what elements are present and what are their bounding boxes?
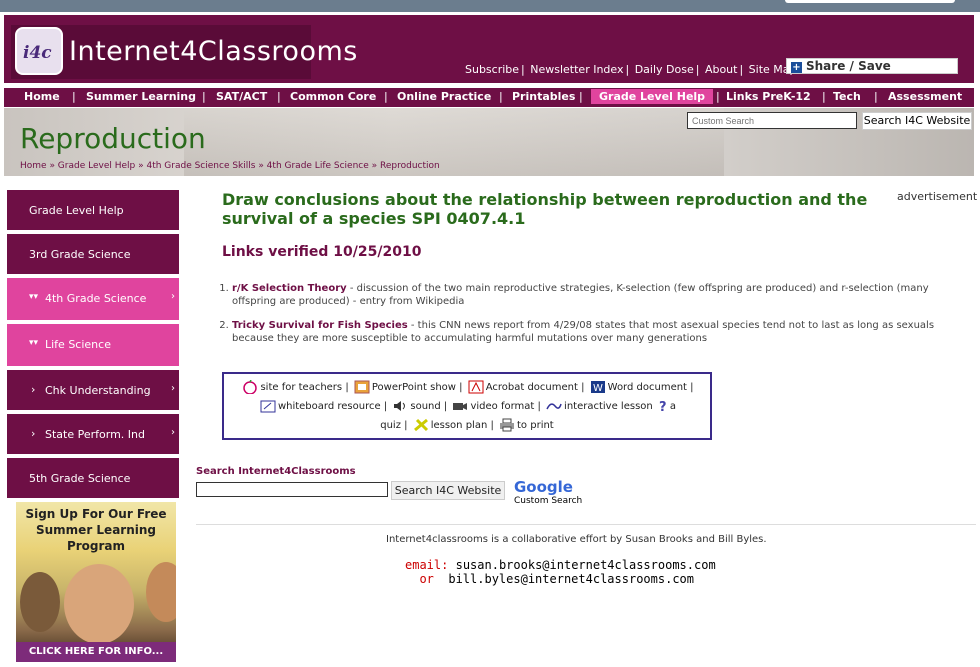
printer-icon: [499, 418, 515, 432]
interactive-icon: [546, 399, 562, 413]
sidebar: Grade Level Help 3rd Grade Science 4th G…: [6, 189, 180, 501]
banner-search-input[interactable]: [687, 112, 857, 129]
list-item: r/K Selection Theory - discussion of the…: [232, 282, 974, 308]
main-nav: Home | Summer Learning | SAT/ACT | Commo…: [4, 86, 974, 107]
expand-icon: ▾▾: [29, 338, 39, 348]
sidebar-item-state-perform-ind[interactable]: › State Perform. Ind ›: [6, 413, 180, 455]
apple-icon: [242, 379, 258, 395]
site-logo[interactable]: i4c Internet4Classrooms: [11, 25, 357, 79]
nav-grade-level-help[interactable]: Grade Level Help: [591, 89, 714, 104]
breadcrumb[interactable]: Home » Grade Level Help » 4th Grade Scie…: [20, 161, 440, 171]
search-input[interactable]: [196, 482, 388, 497]
list-item: Tricky Survival for Fish Species - this …: [232, 319, 974, 345]
page-title: Reproduction: [20, 122, 206, 155]
nav-links-prek-12[interactable]: Links PreK-12: [726, 90, 811, 103]
speaker-icon: [392, 399, 408, 413]
google-logo: Google Custom Search: [514, 478, 583, 506]
summer-learning-promo[interactable]: Sign Up For Our Free Summer Learning Pro…: [16, 502, 176, 662]
email-link-bill[interactable]: bill.byles@internet4classrooms.com: [448, 572, 694, 586]
nav-online-practice[interactable]: Online Practice: [397, 90, 491, 103]
chevron-right-icon: ›: [171, 427, 175, 438]
search-button[interactable]: Search I4C Website: [391, 481, 505, 500]
top-links: Subscribe | Newsletter Index | Daily Dose |…: [465, 63, 797, 76]
caret-icon: ›: [31, 383, 36, 396]
powerpoint-icon: [354, 380, 370, 394]
promo-photo-child: [146, 562, 176, 622]
lesson-plan-icon: [413, 418, 429, 432]
promo-text: Sign Up For Our Free Summer Learning Pro…: [25, 507, 167, 553]
question-icon: ?: [658, 399, 668, 415]
nav-assessment[interactable]: Assessment: [888, 90, 962, 103]
svg-text:W: W: [593, 383, 603, 394]
email-link-susan[interactable]: susan.brooks@internet4classrooms.com: [456, 558, 716, 572]
top-pill: [785, 0, 955, 3]
share-save-button[interactable]: + Share / Save: [786, 58, 958, 74]
chevron-right-icon: ›: [171, 291, 175, 302]
logo-badge-icon: i4c: [15, 27, 63, 75]
nav-sat-act[interactable]: SAT/ACT: [216, 90, 267, 103]
browser-top-strip: [0, 0, 980, 12]
links-verified: Links verified 10/25/2010: [222, 244, 422, 260]
resource-list: r/K Selection Theory - discussion of the…: [232, 282, 974, 356]
word-icon: W: [590, 380, 606, 394]
search-label: Search Internet4Classrooms: [196, 466, 356, 477]
chevron-right-icon: ›: [171, 383, 175, 394]
daily-dose-link[interactable]: Daily Dose: [635, 63, 694, 76]
acrobat-icon: [468, 380, 484, 394]
expand-icon: ▾▾: [29, 292, 39, 302]
sidebar-item-4th-grade-science[interactable]: 4th Grade Science ▾▾ ›: [6, 277, 180, 321]
nav-summer-learning[interactable]: Summer Learning: [86, 90, 196, 103]
nav-tech[interactable]: Tech: [833, 90, 861, 103]
page-heading: Draw conclusions about the relationship …: [222, 190, 868, 228]
page-banner: Reproduction Home » Grade Level Help » 4…: [4, 108, 974, 176]
sidebar-item-3rd-grade-science[interactable]: 3rd Grade Science: [6, 233, 180, 275]
caret-icon: ›: [31, 427, 36, 440]
banner-search-button[interactable]: Search I4C Website: [862, 112, 972, 130]
contact-emails: email: susan.brooks@internet4classrooms.…: [405, 558, 716, 586]
newsletter-index-link[interactable]: Newsletter Index: [530, 63, 623, 76]
promo-photo: [20, 572, 60, 632]
whiteboard-icon: [260, 399, 276, 413]
plus-icon: +: [791, 62, 802, 73]
footer-text: Internet4classrooms is a collaborative e…: [386, 534, 767, 545]
promo-photo-girl: [64, 564, 134, 644]
advertisement-label: advertisement: [897, 190, 978, 203]
svg-text:?: ?: [659, 400, 667, 413]
about-link[interactable]: About: [705, 63, 738, 76]
divider: [196, 524, 976, 525]
nav-home[interactable]: Home: [24, 90, 60, 103]
site-header: i4c Internet4Classrooms Subscribe | Newsl…: [4, 15, 974, 83]
nav-printables[interactable]: Printables: [512, 90, 575, 103]
sidebar-item-chk-understanding[interactable]: › Chk Understanding ›: [6, 369, 180, 411]
video-camera-icon: [452, 399, 468, 413]
rk-selection-link[interactable]: r/K Selection Theory: [232, 283, 347, 294]
tricky-survival-link[interactable]: Tricky Survival for Fish Species: [232, 320, 408, 331]
subscribe-link[interactable]: Subscribe: [465, 63, 519, 76]
nav-common-core[interactable]: Common Core: [290, 90, 376, 103]
logo-text: Internet4Classrooms: [69, 36, 358, 67]
promo-cta[interactable]: CLICK HERE FOR INFO...: [16, 642, 176, 662]
sidebar-item-life-science[interactable]: Life Science ▾▾: [6, 323, 180, 367]
icon-legend: site for teachers | PowerPoint show | Ac…: [222, 372, 712, 440]
sidebar-item-5th-grade-science[interactable]: 5th Grade Science: [6, 457, 180, 499]
sidebar-item-grade-level-help[interactable]: Grade Level Help: [6, 189, 180, 231]
